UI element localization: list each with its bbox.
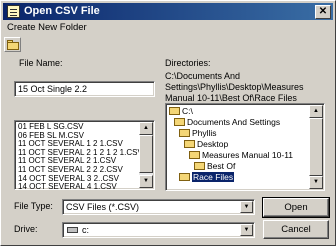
close-button[interactable]: ✕	[315, 5, 331, 19]
menu-bar: Create New Folder	[3, 21, 333, 35]
file-name-input[interactable]: 15 Oct Single 2.2	[14, 81, 155, 97]
folder-icon	[179, 129, 190, 137]
directory-tree[interactable]: C:\ Documents And Settings Phyllis Desktop M…	[165, 103, 325, 191]
drive-label: Drive:	[14, 224, 38, 234]
menu-create-new-folder[interactable]: Create New Folder	[7, 22, 87, 34]
folder-icon	[184, 140, 195, 148]
folder-icon	[174, 118, 185, 126]
chevron-down-icon: ▼	[243, 204, 250, 210]
file-list-item[interactable]: 14 OCT SEVERAL 4 1.CSV	[17, 183, 137, 189]
window-title: Open CSV File	[24, 5, 100, 17]
arrow-down-icon: ▼	[143, 178, 149, 184]
file-type-select[interactable]: CSV Files (*.CSV) ▼	[62, 199, 255, 215]
arrow-down-icon: ▼	[313, 179, 319, 185]
folder-icon	[169, 107, 180, 115]
directory-item-label: Phyllis	[192, 128, 217, 138]
drive-icon	[67, 227, 78, 233]
directory-item-label: Documents And Settings	[187, 117, 281, 127]
open-button[interactable]: Open	[262, 197, 330, 218]
scroll-down-button[interactable]: ▼	[139, 175, 153, 188]
directory-item-label: Measures Manual 10-11	[202, 150, 294, 160]
directories-label: Directories:	[165, 58, 211, 68]
app-icon	[7, 5, 20, 18]
file-type-dropdown-button[interactable]: ▼	[240, 201, 253, 213]
directory-item[interactable]: Documents And Settings	[174, 117, 280, 128]
new-folder-button[interactable]	[4, 37, 21, 52]
drive-select[interactable]: c: ▼	[62, 222, 255, 238]
directory-item[interactable]: Measures Manual 10-11	[189, 150, 293, 161]
drive-value: c:	[82, 225, 90, 235]
open-csv-dialog: Open CSV File ✕ Create New Folder File N…	[0, 0, 336, 246]
scroll-up-button[interactable]: ▲	[309, 105, 323, 118]
directory-item-label: Best Of	[207, 161, 236, 171]
file-type-label: File Type:	[14, 201, 53, 211]
arrow-up-icon: ▲	[313, 108, 319, 114]
scroll-thumb[interactable]	[139, 135, 153, 173]
scroll-up-button[interactable]: ▲	[139, 122, 153, 135]
drive-dropdown-button[interactable]: ▼	[240, 224, 253, 236]
directory-item[interactable]: Race Files	[179, 172, 235, 183]
title-bar[interactable]: Open CSV File ✕	[3, 3, 333, 20]
directory-item-label: Desktop	[197, 139, 229, 149]
directory-item-label: C:\	[182, 106, 193, 116]
directory-item[interactable]: C:\	[169, 106, 193, 117]
directory-item[interactable]: Desktop	[184, 139, 228, 150]
cancel-button[interactable]: Cancel	[263, 220, 329, 239]
file-name-label: File Name:	[19, 58, 63, 68]
directory-item[interactable]: Best Of	[194, 161, 235, 172]
chevron-down-icon: ▼	[243, 227, 250, 233]
file-list[interactable]: 01 FEB L SG.CSV 06 FEB SL M.CSV 11 OCT SEV…	[14, 120, 155, 190]
directory-path-text: C:\Documents And Settings\Phyllis\Deskto…	[165, 71, 304, 103]
folder-icon	[189, 151, 200, 159]
file-type-value: CSV Files (*.CSV)	[66, 202, 140, 212]
scroll-thumb[interactable]	[309, 118, 323, 176]
file-list-scrollbar[interactable]: ▲ ▼	[139, 122, 153, 188]
directory-item[interactable]: Phyllis	[179, 128, 217, 139]
close-icon: ✕	[318, 6, 328, 17]
scroll-down-button[interactable]: ▼	[309, 176, 323, 189]
folder-icon	[194, 162, 205, 170]
arrow-up-icon: ▲	[143, 125, 149, 131]
directory-tree-scrollbar[interactable]: ▲ ▼	[309, 105, 323, 189]
folder-icon	[179, 173, 190, 181]
directory-item-label: Race Files	[192, 172, 235, 182]
